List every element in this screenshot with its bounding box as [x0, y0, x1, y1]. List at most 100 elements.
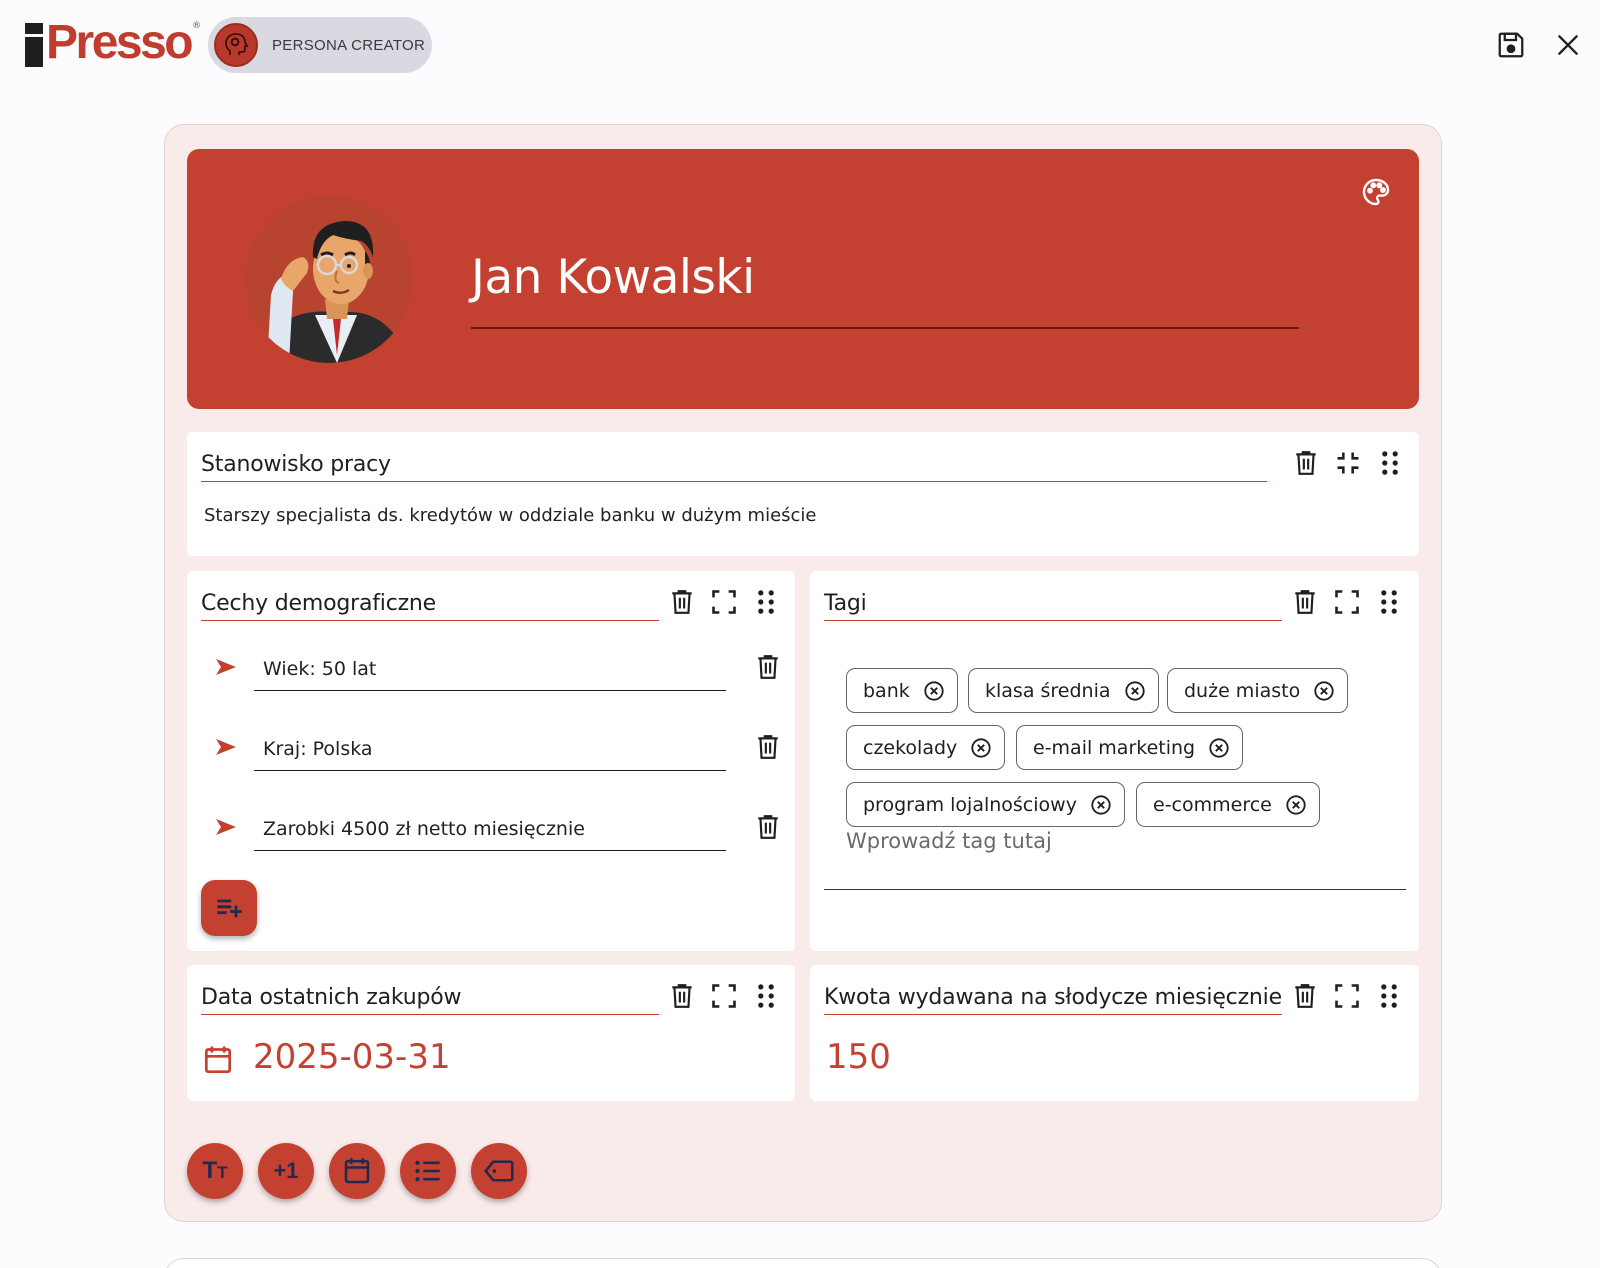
section-actions: [667, 587, 781, 617]
tag-chip[interactable]: program lojalnościowy: [846, 782, 1125, 827]
circle-x-icon[interactable]: [970, 737, 992, 759]
save-button[interactable]: [1494, 28, 1528, 62]
list-item-text: Wiek: 50 lat: [263, 658, 377, 680]
section-sweets-amount: Kwota wydawana na słodycze miesięcznie 1…: [810, 965, 1419, 1101]
section-job: Stanowisko pracy Starszy specjalista ds.…: [187, 432, 1419, 556]
ipresso-logo: Presso ®: [25, 17, 201, 67]
add-date-section-button[interactable]: [329, 1143, 385, 1199]
section-title[interactable]: Stanowisko pracy: [201, 451, 391, 479]
section-tags: Tagi bank klasa średnia duże miasto czek…: [810, 571, 1419, 951]
list-item-field[interactable]: Zarobki 4500 zł netto miesięcznie: [254, 809, 726, 851]
number-value[interactable]: 150: [826, 1037, 891, 1077]
arrow-bullet-icon: [216, 739, 236, 755]
calendar-icon[interactable]: [203, 1044, 233, 1076]
tag-input[interactable]: [846, 824, 1406, 858]
drag-handle[interactable]: [751, 587, 781, 617]
section-title[interactable]: Data ostatnich zakupów: [201, 984, 462, 1012]
delete-section-button[interactable]: [1291, 448, 1321, 478]
circle-x-icon[interactable]: [1285, 794, 1307, 816]
circle-x-icon[interactable]: [1090, 794, 1112, 816]
section-title[interactable]: Cechy demograficzne: [201, 590, 436, 618]
fullscreen-button[interactable]: [709, 981, 739, 1011]
arrow-bullet-icon: [216, 659, 236, 675]
circle-x-icon[interactable]: [1124, 680, 1146, 702]
tag-chip[interactable]: bank: [846, 668, 958, 713]
palette-button[interactable]: [1360, 176, 1392, 208]
palette-icon: [1362, 178, 1390, 206]
tag-label: bank: [863, 679, 910, 702]
fullscreen-button[interactable]: [1332, 981, 1362, 1011]
circle-x-icon[interactable]: [1313, 680, 1335, 702]
collapse-section-button[interactable]: [1333, 448, 1363, 478]
tag-chip[interactable]: klasa średnia: [968, 668, 1159, 713]
tag-label: program lojalnościowy: [863, 793, 1077, 816]
add-number-section-button[interactable]: +1: [258, 1143, 314, 1199]
section-title[interactable]: Kwota wydawana na słodycze miesięcznie: [824, 984, 1282, 1012]
fullscreen-button[interactable]: [1332, 587, 1362, 617]
circle-x-icon[interactable]: [923, 680, 945, 702]
trash-icon: [758, 655, 778, 679]
date-value[interactable]: 2025-03-31: [253, 1037, 451, 1077]
calendar-icon: [344, 1158, 370, 1184]
section-actions: [1291, 448, 1405, 478]
tag-input-underline: [824, 889, 1406, 890]
list-item-field[interactable]: Wiek: 50 lat: [254, 649, 726, 691]
drag-handle[interactable]: [751, 981, 781, 1011]
drag-handle-icon: [1381, 590, 1397, 614]
fullscreen-button[interactable]: [709, 587, 739, 617]
tag-chip[interactable]: e-commerce: [1136, 782, 1320, 827]
list-item-field[interactable]: Kraj: Polska: [254, 729, 726, 771]
section-actions: [1290, 587, 1404, 617]
list-item: Wiek: 50 lat: [215, 641, 778, 701]
tag-chip[interactable]: e-mail marketing: [1016, 725, 1244, 770]
delete-item-button[interactable]: [753, 651, 783, 683]
tag-chip[interactable]: duże miasto: [1167, 668, 1349, 713]
list-item: Zarobki 4500 zł netto miesięcznie: [215, 801, 778, 861]
fullscreen-icon: [1335, 984, 1359, 1008]
delete-section-button[interactable]: [1290, 587, 1320, 617]
delete-item-button[interactable]: [753, 811, 783, 843]
job-description[interactable]: Starszy specjalista ds. kredytów w oddzi…: [204, 504, 817, 528]
drag-handle-icon: [758, 590, 774, 614]
add-text-section-button[interactable]: TT: [187, 1143, 243, 1199]
list-item: Kraj: Polska: [215, 721, 778, 781]
delete-item-button[interactable]: [753, 731, 783, 763]
drag-handle-icon: [1381, 984, 1397, 1008]
trash-icon: [758, 815, 778, 839]
section-title[interactable]: Tagi: [824, 590, 867, 618]
persona-avatar[interactable]: [245, 195, 413, 363]
tag-label: czekolady: [863, 736, 958, 759]
delete-section-button[interactable]: [1290, 981, 1320, 1011]
plus-one-icon: +1: [273, 1158, 299, 1183]
tag-label: e-commerce: [1153, 793, 1272, 816]
playlist-add-icon: [217, 899, 242, 918]
close-button[interactable]: [1551, 28, 1585, 62]
drag-handle[interactable]: [1375, 448, 1405, 478]
delete-section-button[interactable]: [667, 587, 697, 617]
section-actions: [1290, 981, 1404, 1011]
tag-label: duże miasto: [1184, 679, 1301, 702]
arrow-bullet-icon: [216, 819, 236, 835]
add-list-section-button[interactable]: [400, 1143, 456, 1199]
tag-chip[interactable]: czekolady: [846, 725, 1006, 770]
section-actions: [667, 981, 781, 1011]
delete-section-button[interactable]: [667, 981, 697, 1011]
module-label: PERSONA CREATOR: [272, 36, 426, 54]
next-card: [164, 1258, 1442, 1268]
drag-handle[interactable]: [1374, 981, 1404, 1011]
add-list-item-button[interactable]: [201, 880, 257, 936]
persona-name[interactable]: Jan Kowalski: [471, 248, 755, 308]
trash-icon: [1296, 451, 1316, 475]
persona-creator-badge: PERSONA CREATOR: [208, 17, 432, 73]
persona-creator-icon: [214, 23, 258, 67]
add-tags-section-button[interactable]: [471, 1143, 527, 1199]
trash-icon: [758, 735, 778, 759]
trash-icon: [672, 984, 692, 1008]
fullscreen-icon: [712, 590, 736, 614]
list-item-text: Zarobki 4500 zł netto miesięcznie: [263, 818, 585, 840]
drag-handle[interactable]: [1374, 587, 1404, 617]
close-icon: [1558, 35, 1578, 55]
persona-name-underline: [471, 327, 1299, 329]
add-section-toolbar: TT +1: [187, 1143, 527, 1199]
circle-x-icon[interactable]: [1208, 737, 1230, 759]
